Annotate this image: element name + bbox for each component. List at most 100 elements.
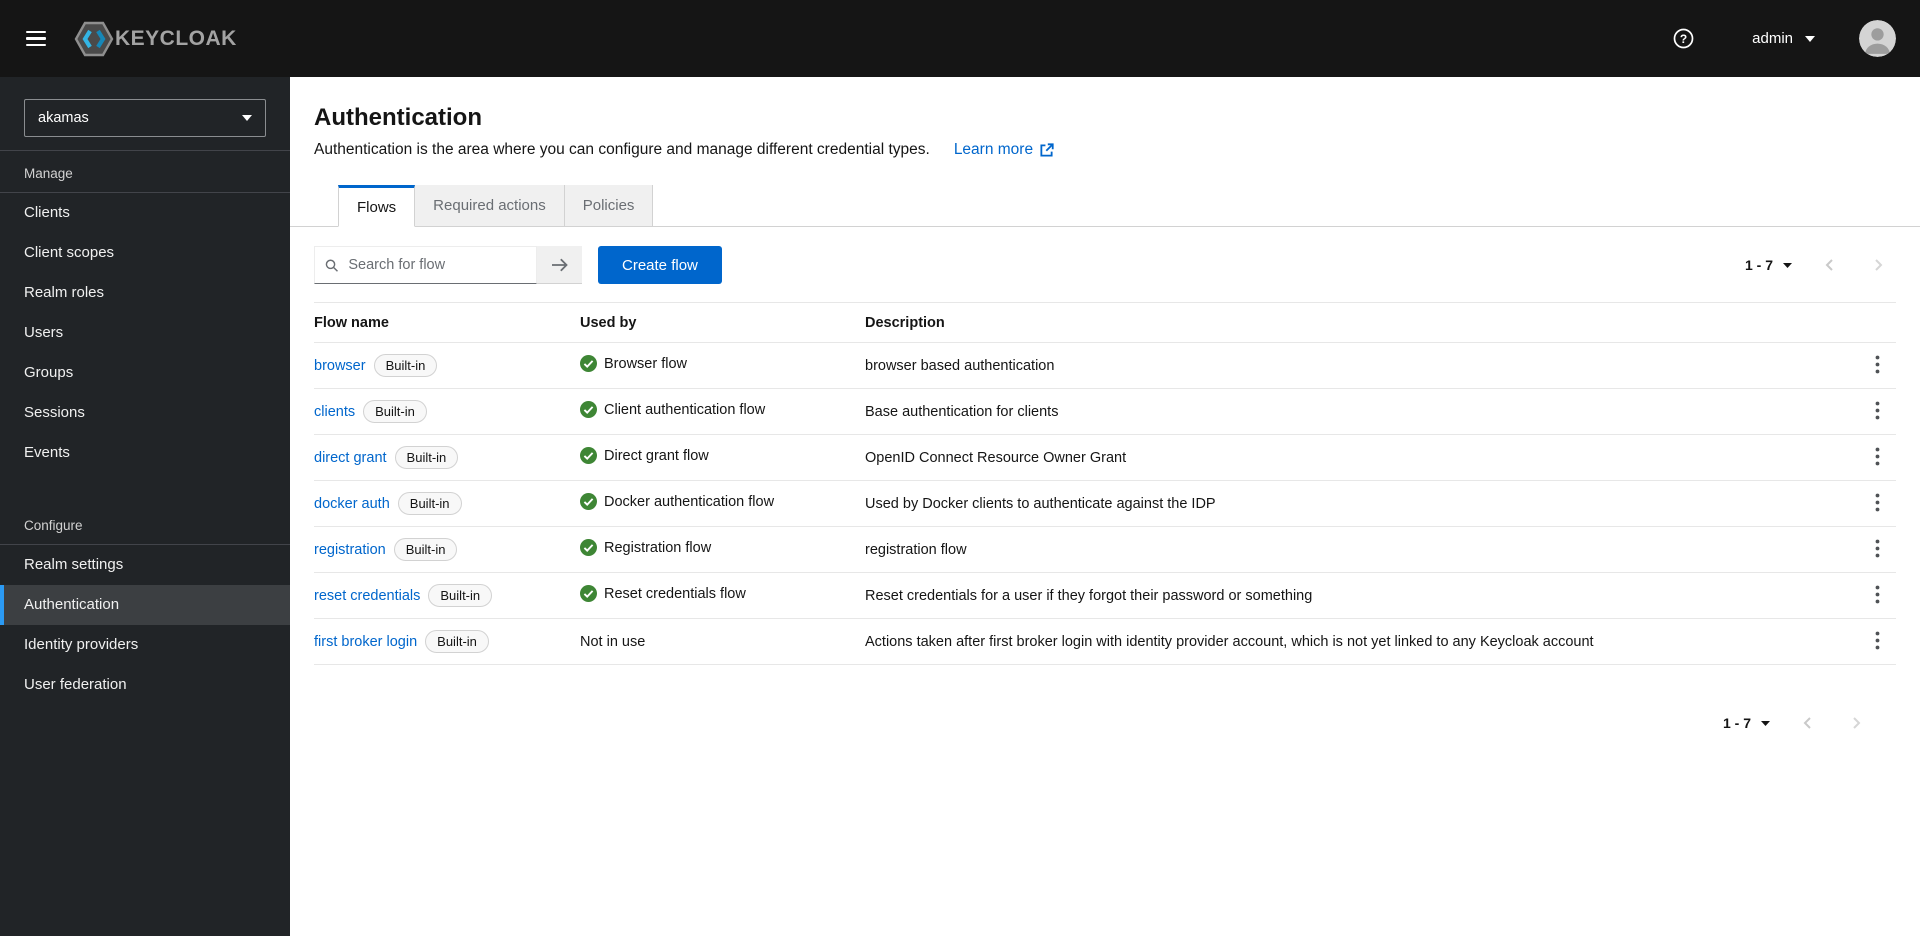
sidebar-item-identity-providers[interactable]: Identity providers [0, 625, 290, 665]
kebab-icon [1875, 585, 1880, 603]
chevron-down-icon [242, 115, 252, 121]
create-flow-button[interactable]: Create flow [598, 246, 722, 284]
learn-more-label: Learn more [953, 141, 1034, 158]
row-kebab-menu[interactable] [1865, 351, 1890, 381]
svg-text:?: ? [1680, 32, 1687, 46]
sidebar-item-sessions[interactable]: Sessions [0, 393, 290, 433]
sidebar-item-users[interactable]: Users [0, 313, 290, 353]
used-by-label: Registration flow [604, 539, 712, 556]
row-kebab-menu[interactable] [1865, 627, 1890, 657]
external-link-icon [1040, 142, 1054, 157]
nav-section-configure: Configure Realm settings Authentication Ide… [0, 503, 290, 705]
built-in-badge: Built-in [428, 584, 493, 607]
flow-link-docker-auth[interactable]: docker auth [314, 496, 390, 512]
search-submit-button[interactable] [537, 246, 582, 284]
chevron-left-icon [1803, 717, 1811, 729]
success-check-icon [580, 585, 597, 602]
avatar[interactable] [1859, 20, 1896, 57]
sidebar-item-client-scopes[interactable]: Client scopes [0, 233, 290, 273]
description-cell: OpenID Connect Resource Owner Grant [865, 434, 1848, 481]
column-header-flow-name: Flow name [314, 302, 580, 343]
sidebar-item-user-federation[interactable]: User federation [0, 665, 290, 705]
tab-required-actions[interactable]: Required actions [415, 185, 565, 227]
next-page-button-bottom[interactable] [1839, 712, 1874, 734]
next-page-button[interactable] [1861, 254, 1896, 276]
table-header-row: Flow name Used by Description [314, 302, 1896, 343]
chevron-left-icon [1825, 259, 1833, 271]
kebab-icon [1875, 355, 1880, 373]
flow-link-reset-credentials[interactable]: reset credentials [314, 588, 420, 604]
column-header-used-by: Used by [580, 302, 865, 343]
flows-table: Flow name Used by Description browser Built… [314, 302, 1896, 665]
flow-link-registration[interactable]: registration [314, 542, 386, 558]
flow-link-clients[interactable]: clients [314, 404, 355, 420]
page-title: Authentication [314, 104, 482, 131]
row-kebab-menu[interactable] [1865, 535, 1890, 565]
row-kebab-menu[interactable] [1865, 489, 1890, 519]
pagination-range-bottom: 1 - 7 [1722, 715, 1751, 731]
pagination-menu-toggle-bottom[interactable]: 1 - 7 [1717, 711, 1776, 735]
page-header: Authentication Authentication is the are… [290, 77, 1920, 159]
pagination-range: 1 - 7 [1744, 257, 1773, 273]
success-check-icon [580, 355, 597, 372]
pagination-menu-toggle[interactable]: 1 - 7 [1739, 253, 1798, 277]
sidebar-item-clients[interactable]: Clients [0, 193, 290, 233]
brand-text: KEYCLOAK [115, 26, 237, 50]
table-row-reset-credentials: reset credentials Built-in Reset credentia… [314, 572, 1896, 619]
realm-selector-section: akamas [0, 77, 290, 151]
nav-group-title-configure: Configure [0, 503, 290, 545]
search-group [314, 246, 582, 284]
used-by-label: Not in use [580, 633, 646, 650]
tab-flows[interactable]: Flows [338, 185, 416, 227]
success-check-icon [580, 447, 597, 464]
search-input[interactable] [346, 256, 526, 274]
description-cell: registration flow [865, 526, 1848, 573]
caret-down-icon [1783, 262, 1792, 268]
used-by-label: Direct grant flow [604, 447, 709, 464]
built-in-badge: Built-in [394, 446, 459, 469]
flow-link-browser[interactable]: browser [314, 358, 366, 374]
row-kebab-menu[interactable] [1865, 581, 1890, 611]
table-row-registration: registration Built-in Registration flow reg… [314, 526, 1896, 573]
realm-selector[interactable]: akamas [24, 99, 266, 137]
page-description: Authentication is the area where you can… [314, 141, 930, 158]
used-by-label: Browser flow [604, 355, 687, 372]
row-kebab-menu[interactable] [1865, 443, 1890, 473]
used-by-cell: Browser flow [580, 355, 687, 372]
chevron-right-icon [1875, 259, 1883, 271]
table-row-direct-grant: direct grant Built-in Direct grant flow Ope… [314, 434, 1896, 481]
toolbar: Create flow 1 - 7 [290, 227, 1920, 302]
built-in-badge: Built-in [373, 354, 438, 377]
chevron-down-icon [1805, 35, 1815, 42]
sidebar-item-groups[interactable]: Groups [0, 353, 290, 393]
tab-policies[interactable]: Policies [564, 185, 654, 227]
caret-down-icon [1761, 720, 1770, 726]
kebab-icon [1875, 493, 1880, 511]
user-menu-dropdown[interactable]: admin [1746, 29, 1821, 48]
description-cell: Reset credentials for a user if they for… [865, 572, 1848, 619]
row-kebab-menu[interactable] [1865, 397, 1890, 427]
pagination-bottom: 1 - 7 [1717, 711, 1874, 735]
prev-page-button-bottom[interactable] [1790, 712, 1825, 734]
flow-link-first-broker-login[interactable]: first broker login [314, 634, 417, 650]
prev-page-button[interactable] [1812, 254, 1847, 276]
sidebar-item-realm-settings[interactable]: Realm settings [0, 545, 290, 585]
success-check-icon [580, 401, 597, 418]
arrow-right-icon [551, 258, 568, 271]
masthead-right: ? admin [1673, 20, 1896, 57]
used-by-label: Docker authentication flow [604, 493, 775, 510]
sidebar-item-realm-roles[interactable]: Realm roles [0, 273, 290, 313]
flow-link-direct-grant[interactable]: direct grant [314, 450, 387, 466]
used-by-label: Reset credentials flow [604, 585, 746, 602]
username: admin [1752, 30, 1793, 47]
main-content: Authentication Authentication is the are… [290, 77, 1920, 936]
sidebar-item-authentication[interactable]: Authentication [0, 585, 290, 625]
hamburger-icon[interactable] [24, 25, 48, 53]
built-in-badge: Built-in [425, 630, 489, 653]
description-cell: Base authentication for clients [865, 388, 1848, 435]
built-in-badge: Built-in [393, 538, 458, 561]
learn-more-link[interactable]: Learn more [954, 141, 1054, 159]
kebab-icon [1875, 401, 1880, 419]
sidebar-item-events[interactable]: Events [0, 433, 290, 473]
help-icon[interactable]: ? [1673, 28, 1694, 49]
